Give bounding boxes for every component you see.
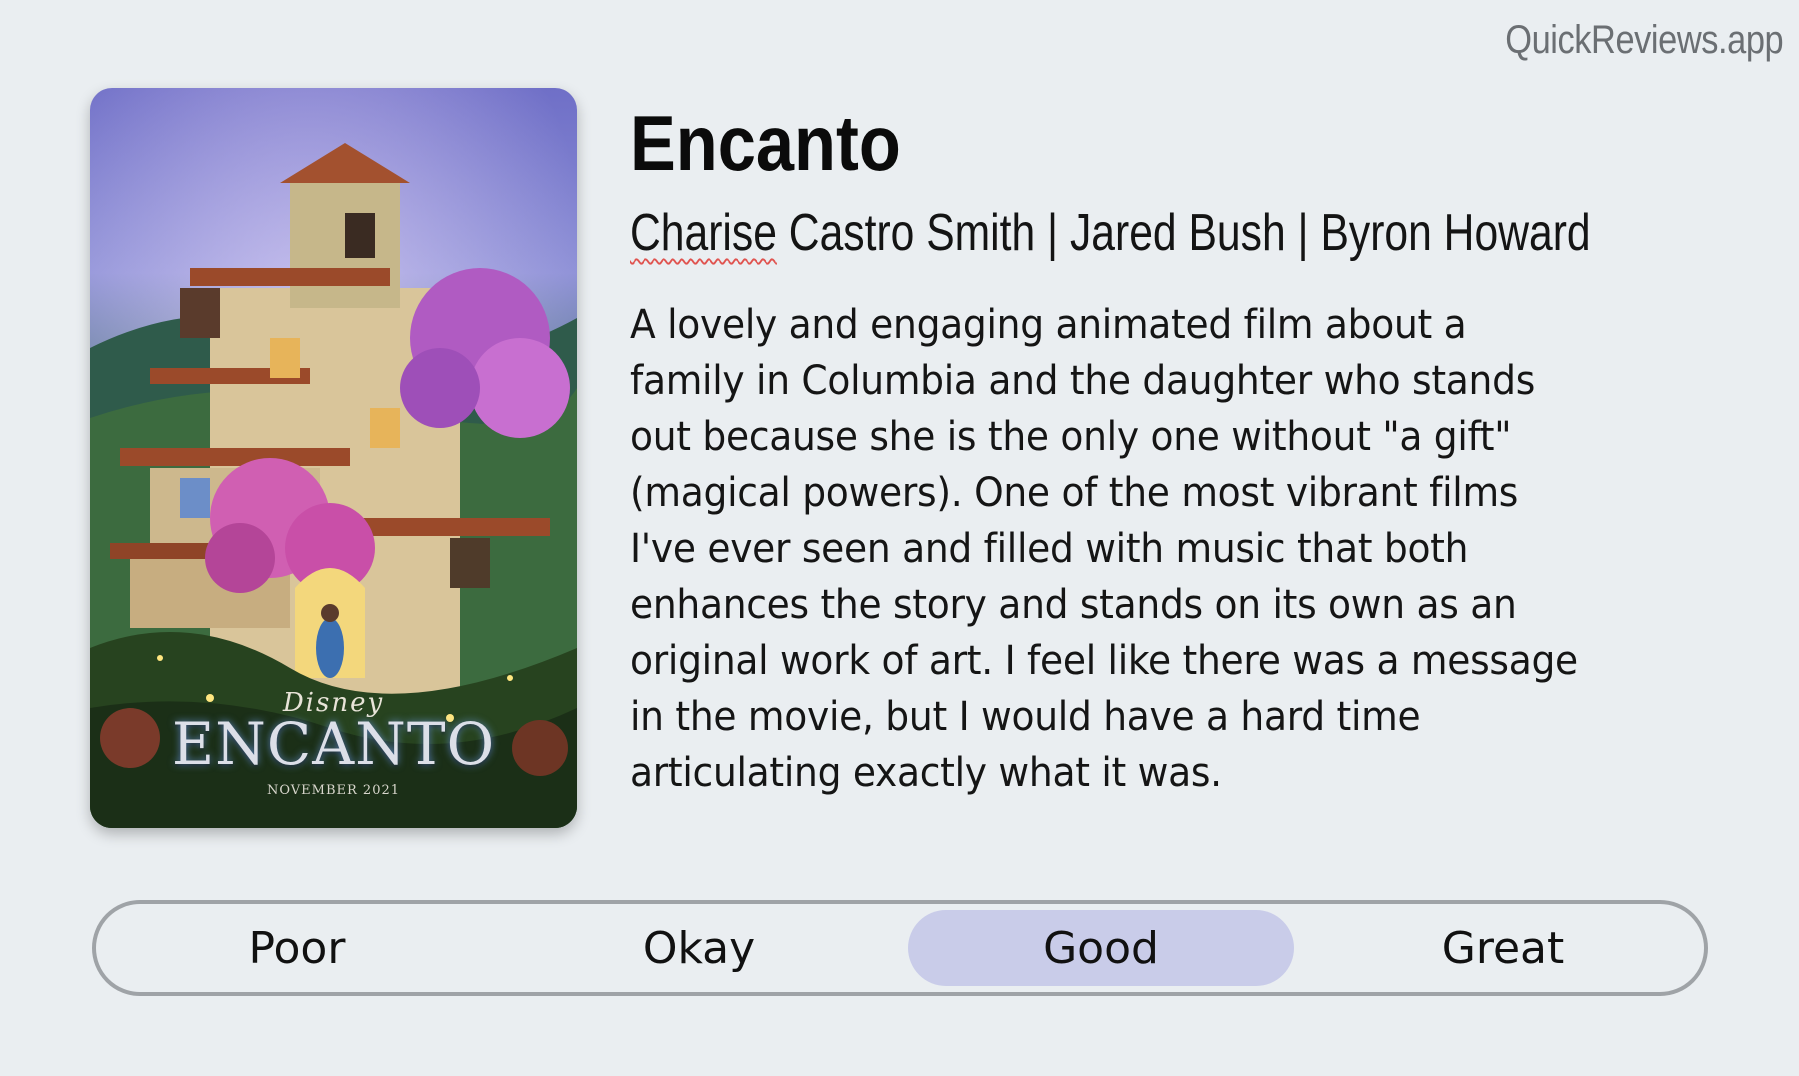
poster-title-logo: ENCANTO <box>171 710 496 778</box>
movie-title: Encanto <box>630 99 901 187</box>
rating-option-okay[interactable]: Okay <box>506 910 892 986</box>
movie-poster: Disney ENCANTO NOVEMBER 2021 <box>90 88 577 828</box>
movie-credits: Charise Castro Smith | Jared Bush | Byro… <box>630 203 1591 263</box>
poster-release-date: NOVEMBER 2021 <box>266 783 401 798</box>
rating-selector: Poor Okay Good Great <box>92 900 1708 996</box>
rating-option-great[interactable]: Great <box>1310 910 1696 986</box>
rating-option-good[interactable]: Good <box>908 910 1294 986</box>
rating-option-poor[interactable]: Poor <box>104 910 490 986</box>
credits-rest: Castro Smith | Jared Bush | Byron Howard <box>776 204 1591 262</box>
credits-first-name: Charise <box>630 204 777 262</box>
review-text: A lovely and engaging animated film abou… <box>630 302 1578 796</box>
brand-label: QuickReviews.app <box>1505 18 1783 62</box>
